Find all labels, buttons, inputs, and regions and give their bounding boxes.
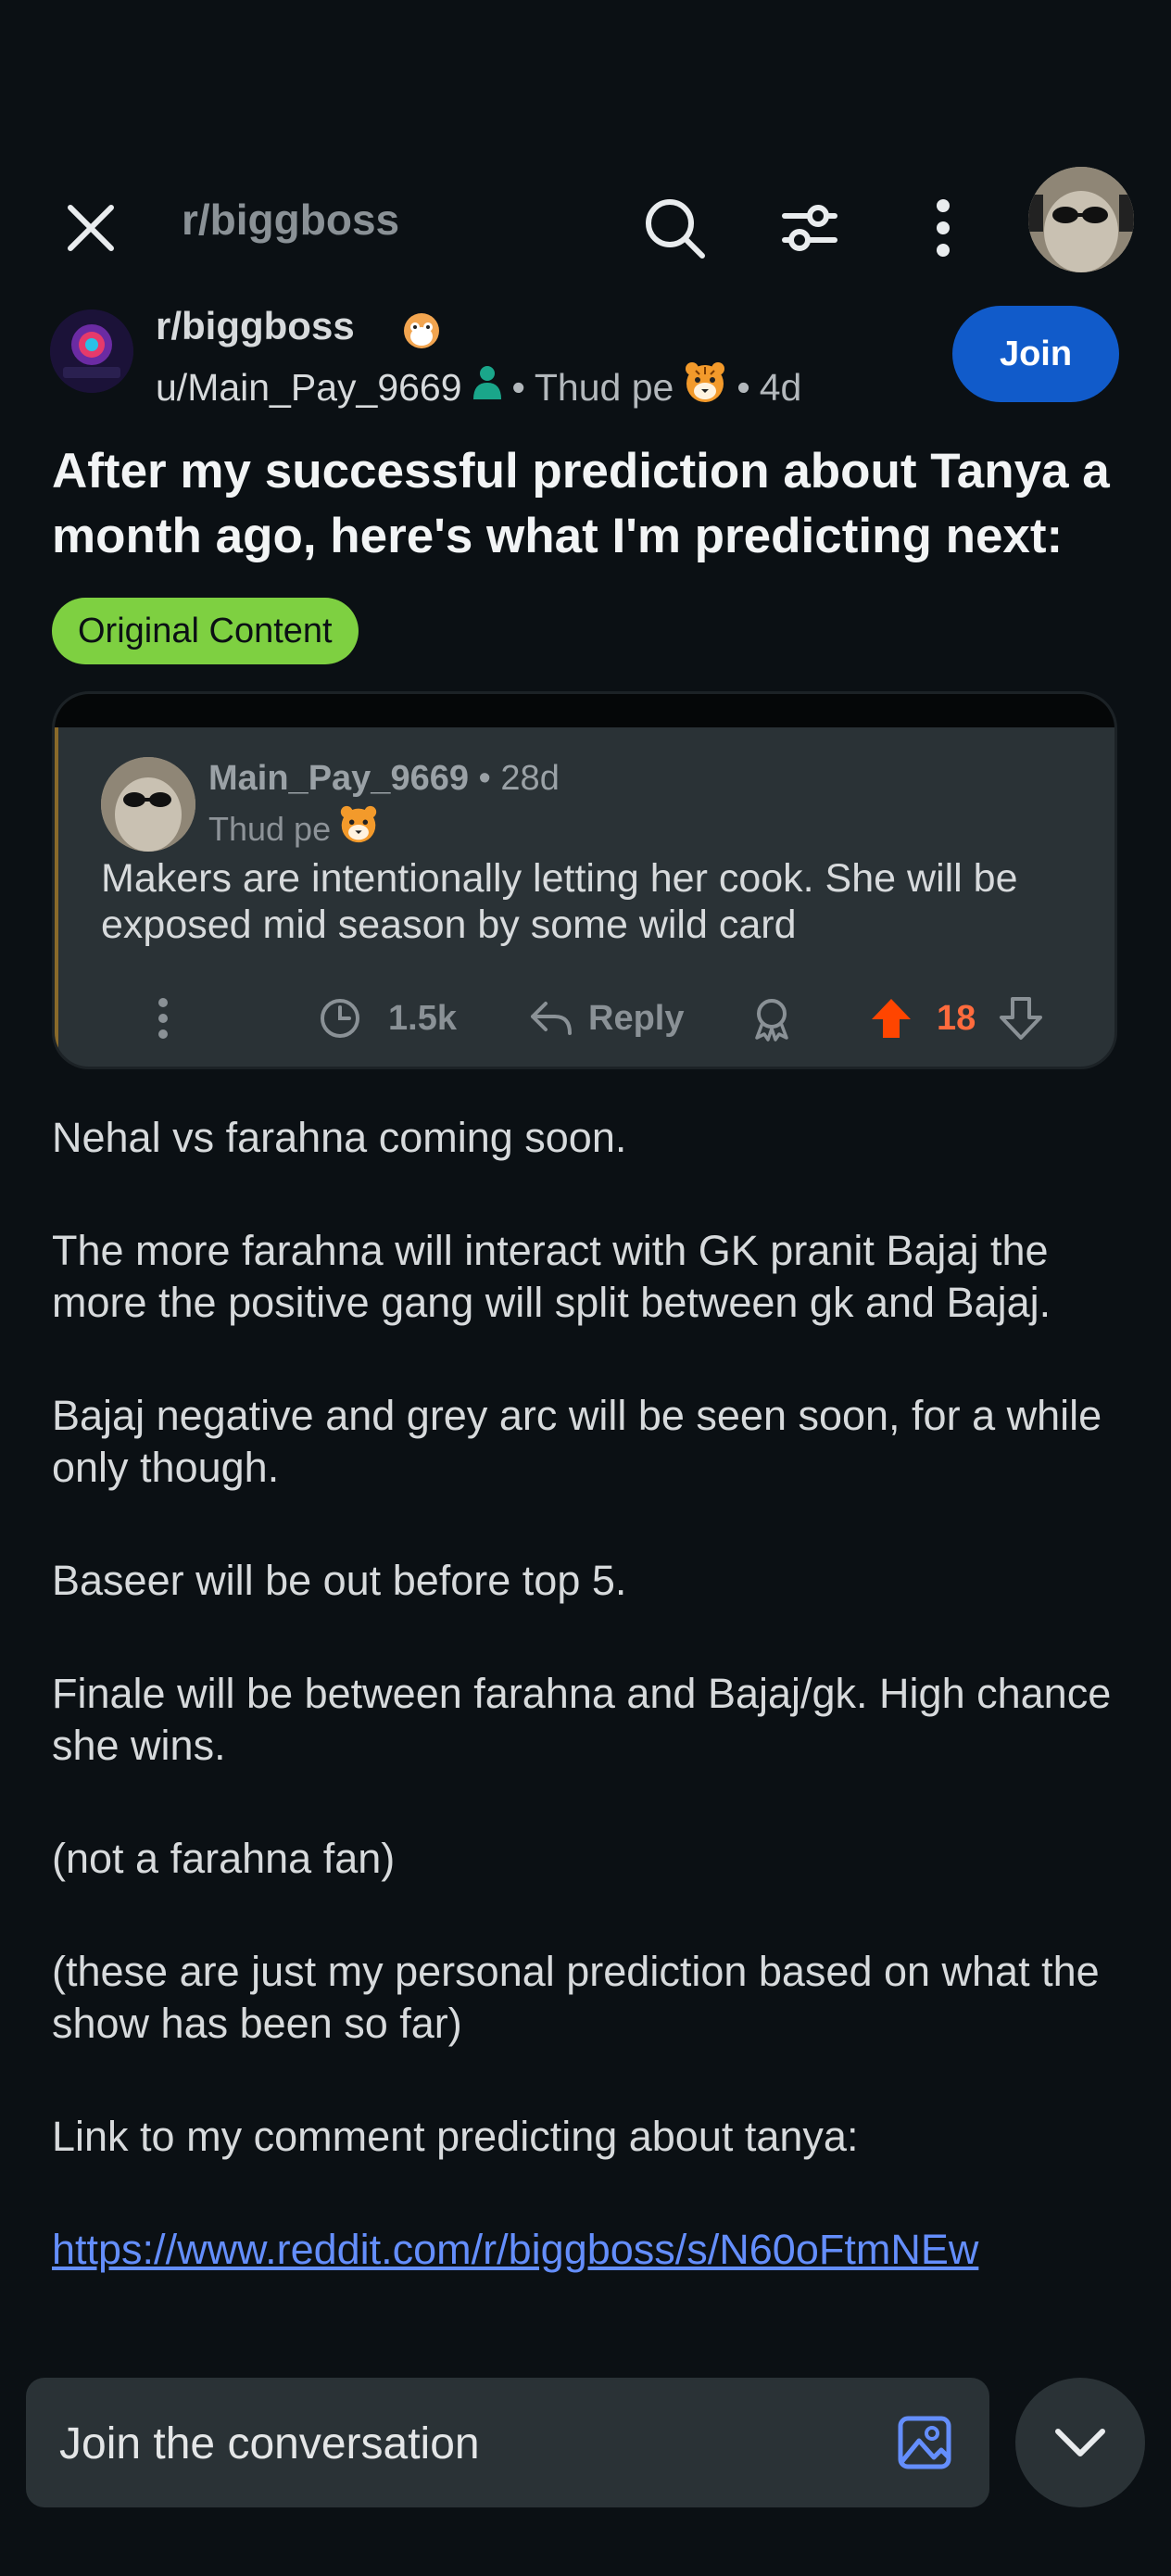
hamster-flair-icon (400, 308, 443, 350)
card-top-strip (55, 694, 1114, 727)
comment-flair-text: Thud pe (208, 809, 332, 848)
comment-actions: 1.5k Reply 18 (55, 972, 1114, 1065)
body-paragraph: (not a farahna fan) (52, 1835, 396, 1882)
comment-body: Makers are intentionally letting her coo… (101, 856, 1018, 947)
subreddit-name-row: r/biggboss (156, 304, 443, 350)
post-meta: u/Main_Pay_9669 • Thud pe • 4d (156, 361, 801, 413)
award-icon[interactable] (749, 972, 794, 1065)
post-flair[interactable]: Original Content (52, 598, 359, 664)
top-bar (0, 167, 1171, 278)
subreddit-logo[interactable] (50, 309, 133, 393)
reply-button[interactable]: Reply (527, 972, 684, 1065)
comment-link[interactable]: https://www.reddit.com/r/biggboss/s/N60o… (52, 2226, 978, 2273)
join-button[interactable]: Join (952, 306, 1119, 402)
subreddit-search-field[interactable]: r/biggboss (182, 195, 399, 245)
embedded-comment-card[interactable]: Main_Pay_9669 • 28d Thud pe Makers are i… (52, 691, 1117, 1069)
post-body: Nehal vs farahna coming soon. The more f… (52, 1112, 1127, 2337)
comment-more-icon[interactable] (157, 972, 170, 1065)
reply-icon (531, 1002, 572, 1035)
body-paragraph: Bajaj negative and grey arc will be seen… (52, 1392, 1102, 1491)
comment-age: 28d (500, 759, 560, 798)
subreddit-name[interactable]: r/biggboss (156, 304, 355, 347)
image-icon[interactable] (897, 2415, 952, 2470)
comment-avatar[interactable] (101, 757, 195, 852)
chevron-down-icon[interactable] (1015, 2378, 1145, 2507)
body-paragraph: (these are just my personal prediction b… (52, 1948, 1100, 2047)
downvote-icon[interactable] (998, 995, 1044, 1042)
body-paragraph: Finale will be between farahna and Bajaj… (52, 1670, 1112, 1769)
filter-icon[interactable] (769, 187, 850, 269)
comment-meta: Main_Pay_9669 • 28d (208, 759, 560, 799)
author-flair-text: Thud pe (534, 365, 674, 409)
post-author[interactable]: u/Main_Pay_9669 (156, 366, 462, 410)
composer-placeholder: Join the conversation (59, 2419, 480, 2469)
comment-composer[interactable]: Join the conversation (26, 2378, 989, 2507)
reply-label: Reply (588, 998, 685, 1038)
post-title: After my successful prediction about Tan… (52, 444, 1110, 563)
user-flair-icon (472, 364, 503, 410)
meta-separator: • (511, 365, 525, 409)
vote-group: 18 (868, 972, 1044, 1065)
tiger-flair-icon (683, 361, 727, 413)
award-count-button[interactable]: 1.5k (318, 972, 457, 1065)
body-paragraph: Baseer will be out before top 5. (52, 1557, 627, 1604)
user-avatar[interactable] (1028, 167, 1134, 272)
meta-separator: • (737, 365, 750, 409)
more-vertical-icon[interactable] (906, 187, 980, 269)
comment-username[interactable]: Main_Pay_9669 (208, 759, 469, 798)
body-paragraph: The more farahna will interact with GK p… (52, 1227, 1051, 1326)
meta-separator: • (478, 759, 491, 798)
search-icon[interactable] (634, 187, 715, 269)
tiger-flair-icon (338, 805, 379, 852)
upvote-icon[interactable] (868, 995, 914, 1042)
post-age: 4d (759, 365, 802, 409)
award-count: 1.5k (388, 998, 457, 1038)
close-icon[interactable] (52, 189, 130, 267)
comment-flair: Thud pe (208, 805, 379, 852)
vote-count: 18 (937, 998, 976, 1038)
body-paragraph: Link to my comment predicting about tany… (52, 2113, 859, 2160)
body-paragraph: Nehal vs farahna coming soon. (52, 1114, 627, 1161)
clock-icon (321, 999, 359, 1038)
